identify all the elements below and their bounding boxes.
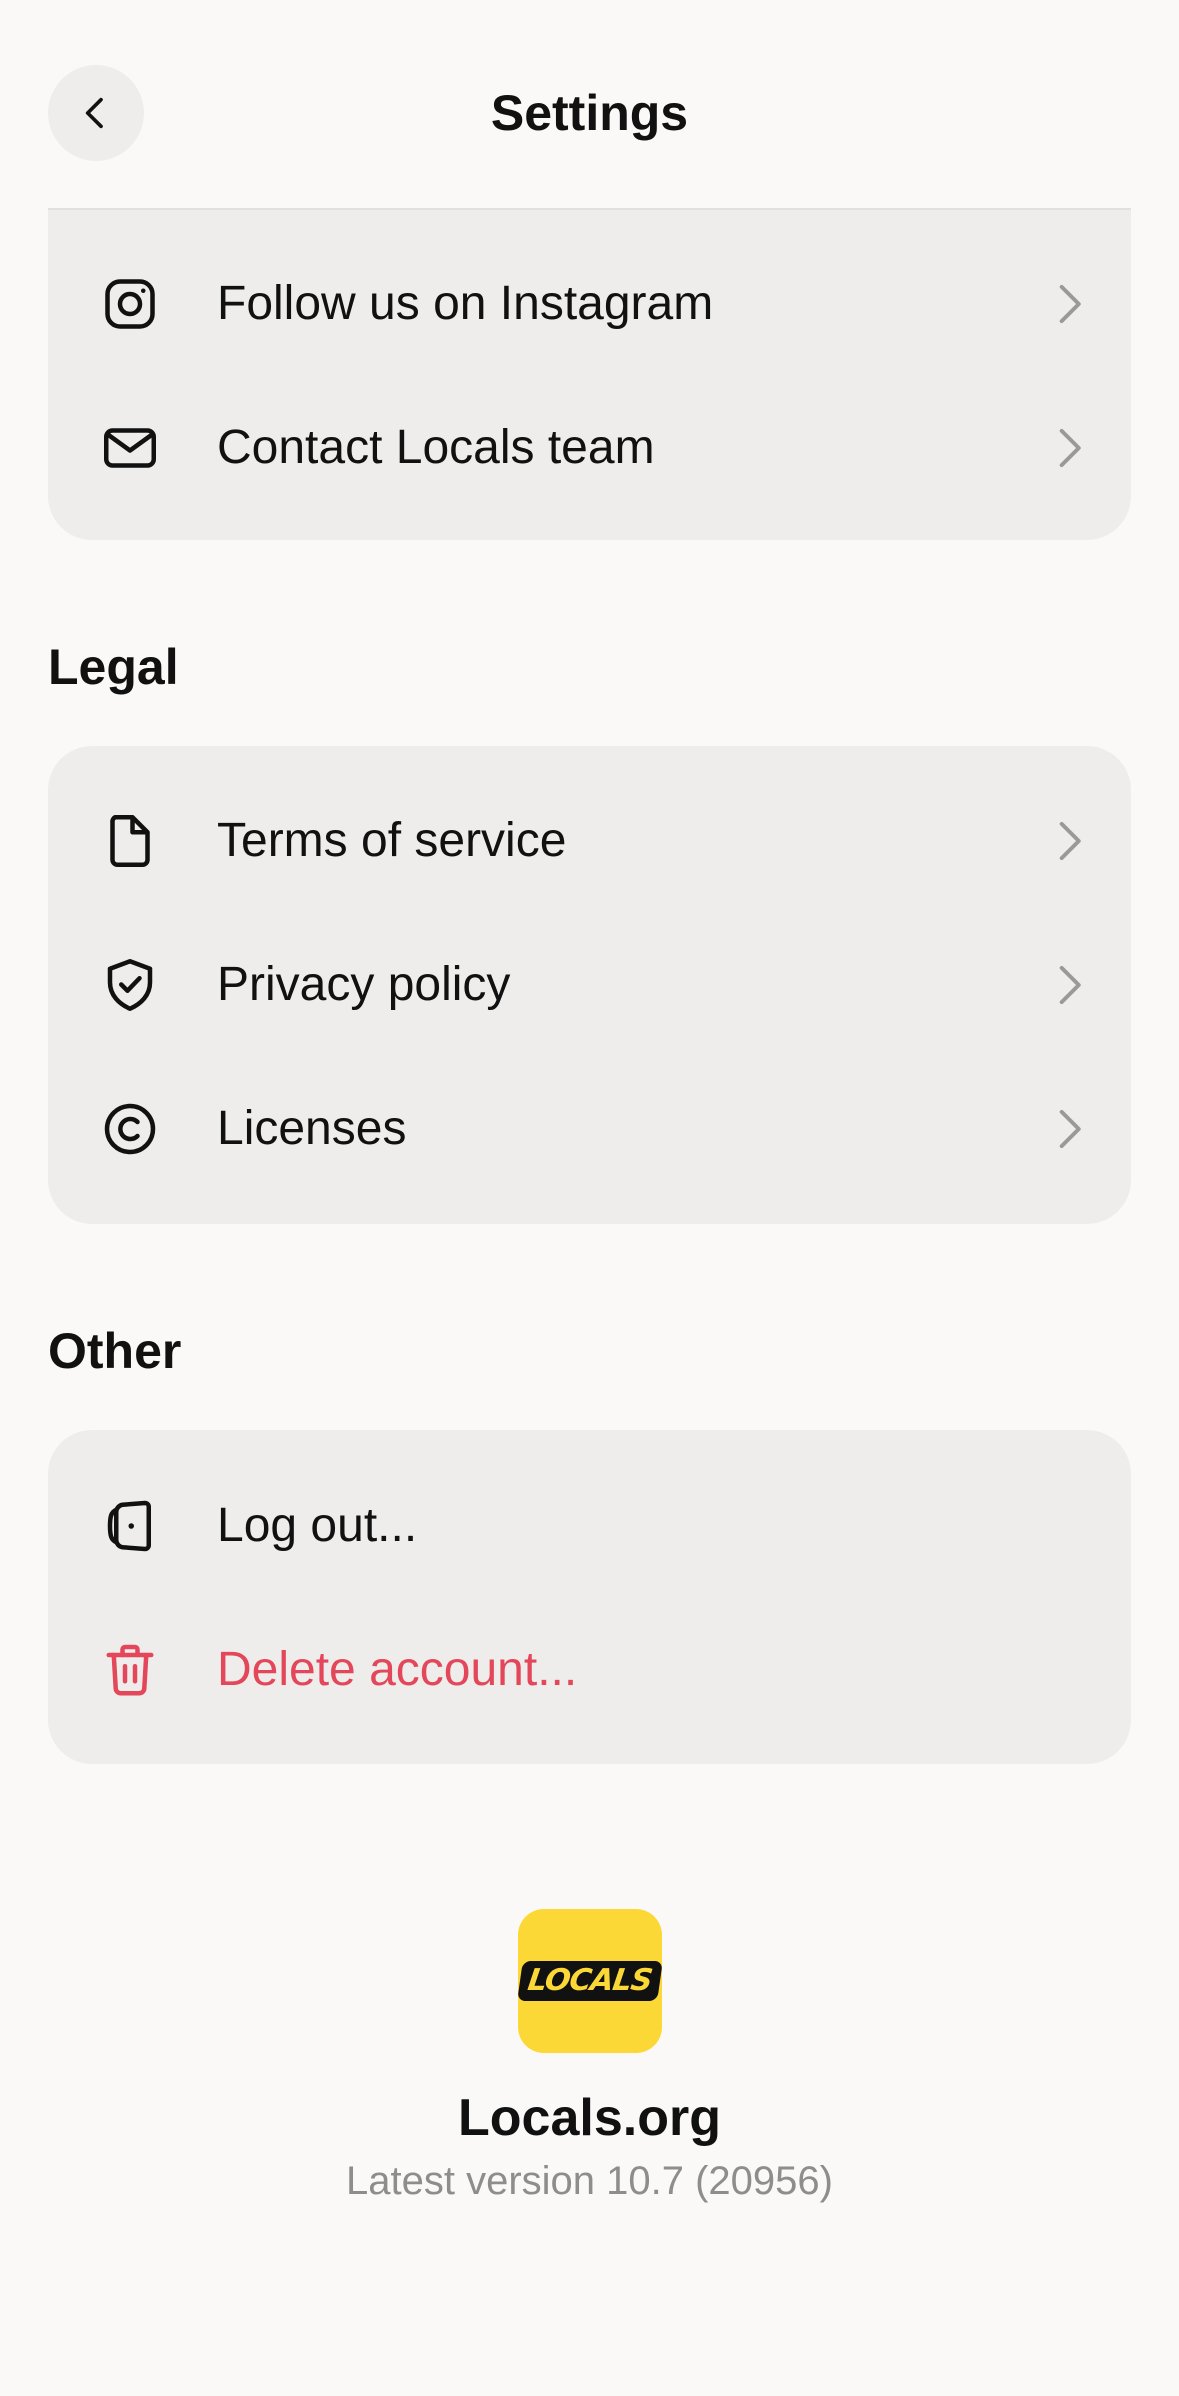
- app-version: Latest version 10.7 (20956): [346, 2159, 833, 2203]
- row-privacy-policy[interactable]: Privacy policy: [48, 913, 1131, 1057]
- logo-wordmark: LOCALS: [517, 1961, 663, 2001]
- page-title: Settings: [490, 85, 689, 141]
- row-label: Licenses: [217, 1102, 407, 1155]
- row-follow-instagram[interactable]: Follow us on Instagram: [48, 232, 1131, 376]
- row-label: Privacy policy: [217, 958, 511, 1011]
- app-logo: LOCALS: [517, 1909, 663, 2053]
- legal-card: Terms of service Privacy policy Licenses: [48, 746, 1131, 1224]
- row-delete-account[interactable]: Delete account...: [48, 1598, 1131, 1742]
- section-heading-legal: Legal: [48, 639, 179, 695]
- row-log-out[interactable]: Log out...: [48, 1454, 1131, 1598]
- row-label: Contact Locals team: [217, 421, 655, 474]
- section-heading-other: Other: [48, 1323, 182, 1379]
- chevron-right-icon: [1051, 1107, 1087, 1151]
- trash-icon: [100, 1640, 160, 1700]
- top-bar: Settings: [0, 0, 1179, 208]
- document-icon: [100, 811, 160, 871]
- other-card: Log out... Delete account...: [48, 1430, 1131, 1764]
- copyright-icon: [100, 1099, 160, 1159]
- row-contact-team[interactable]: Contact Locals team: [48, 376, 1131, 520]
- row-terms-of-service[interactable]: Terms of service: [48, 769, 1131, 913]
- instagram-icon: [100, 274, 160, 334]
- chevron-right-icon: [1051, 819, 1087, 863]
- logout-door-icon: [100, 1496, 160, 1556]
- app-name: Locals.org: [458, 2089, 721, 2147]
- social-card: Follow us on Instagram Contact Locals te…: [48, 208, 1131, 540]
- chevron-right-icon: [1051, 426, 1087, 470]
- chevron-right-icon: [1051, 963, 1087, 1007]
- row-label: Delete account...: [217, 1643, 578, 1696]
- row-licenses[interactable]: Licenses: [48, 1057, 1131, 1201]
- row-label: Follow us on Instagram: [217, 277, 714, 330]
- mail-icon: [100, 418, 160, 478]
- row-label: Log out...: [217, 1499, 418, 1552]
- shield-check-icon: [100, 955, 160, 1015]
- row-label: Terms of service: [217, 814, 567, 867]
- chevron-right-icon: [1051, 282, 1087, 326]
